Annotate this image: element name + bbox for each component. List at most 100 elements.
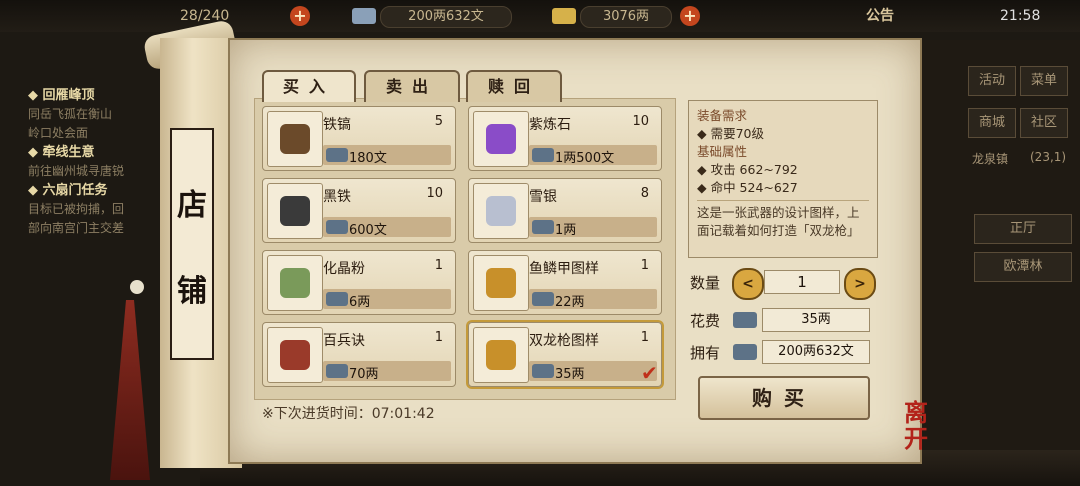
item-quantity: 8 (640, 186, 649, 201)
item-card[interactable]: 鱼鳞甲图样 1 22两 (468, 250, 662, 315)
item-price: 180文 (349, 151, 387, 166)
crystal-powder-icon (280, 268, 310, 298)
quest-line: 同岳飞孤在衡山 (28, 107, 113, 121)
right-side-panel (920, 40, 1080, 450)
item-card[interactable]: 双龙枪图样 1 35两 ✔ (468, 322, 662, 387)
owned-value: 200两632文 (762, 340, 870, 364)
item-card[interactable]: 紫炼石 10 1两500文 (468, 106, 662, 171)
restock-time: 07:01:42 (371, 406, 435, 422)
tab-sell[interactable]: 卖出 (364, 70, 460, 102)
silver-ingot-icon (326, 292, 348, 306)
quest-title: ◆ 六扇门任务 (28, 183, 108, 198)
cost-value: 35两 (762, 308, 870, 332)
quest-line: 前往幽州城寻唐锐 (28, 164, 125, 178)
item-card[interactable]: 铁镐 5 180文 (262, 106, 456, 171)
decrease-arrow-icon[interactable]: < (732, 268, 764, 300)
storage-plus-button[interactable]: + (290, 6, 310, 26)
silver-ingot-icon (733, 312, 757, 328)
item-quantity: 5 (434, 114, 443, 129)
quantity-label: 数量 (690, 274, 721, 292)
item-quantity: 10 (426, 186, 443, 201)
silver-ingot-icon (532, 148, 554, 162)
item-icon-frame (473, 111, 529, 167)
manual-icon (280, 340, 310, 370)
item-description[interactable]: 这是一张武器的设计图样，上面记载着如何打造「双龙枪」的方法。 (697, 200, 869, 242)
blueprint-icon (486, 268, 516, 298)
buy-button[interactable]: 购买 (698, 376, 870, 420)
item-card[interactable]: 化晶粉 1 6两 (262, 250, 456, 315)
gold-icon (552, 8, 576, 24)
item-card[interactable]: 百兵诀 1 70两 (262, 322, 456, 387)
item-quantity: 1 (640, 258, 649, 273)
silver-ingot-icon (326, 220, 348, 234)
item-name: 铁镐 (323, 117, 351, 133)
item-detail-panel: 装备需求 ◆ 需要70级 基础属性 ◆ 攻击 662~792 ◆ 命中 524~… (688, 100, 878, 258)
item-icon-frame (267, 327, 323, 383)
quantity-input[interactable]: 1 (764, 270, 840, 294)
item-name: 黑铁 (323, 189, 351, 205)
quest-title: ◆ 回雁峰顶 (28, 88, 95, 103)
silver-ingot-icon (326, 364, 348, 378)
item-name: 双龙枪图样 (529, 333, 599, 349)
item-card[interactable]: 黑铁 10 600文 (262, 178, 456, 243)
money-display: 200两632文 (380, 6, 512, 28)
item-quantity: 1 (434, 330, 443, 345)
item-icon-frame (473, 255, 529, 311)
item-name: 雪银 (529, 189, 557, 205)
item-icon-frame (267, 255, 323, 311)
quest-line: 目标已被拘捕，回 (28, 202, 125, 216)
blueprint-icon (486, 340, 516, 370)
quest-line: 岭口处会面 (28, 126, 89, 140)
silver-ingot-icon (326, 148, 348, 162)
selected-check-icon: ✔ (641, 361, 658, 385)
requirement-title: 装备需求 (697, 108, 748, 123)
price-bar: 600文 (323, 217, 451, 238)
item-price: 70两 (349, 367, 379, 382)
mall-button[interactable]: 商城 (968, 108, 1016, 138)
clock: 21:58 (1000, 8, 1041, 24)
community-button[interactable]: 社区 (1020, 108, 1068, 138)
price-bar: 70两 (323, 361, 451, 382)
hit-stat: ◆ 命中 524~627 (697, 180, 798, 195)
shop-title-panel: 店 铺 (170, 128, 214, 360)
price-bar: 6两 (323, 289, 451, 310)
activity-button[interactable]: 活动 (968, 66, 1016, 96)
item-icon-frame (267, 183, 323, 239)
gold-plus-button[interactable]: + (680, 6, 700, 26)
location-name: 龙泉镇 (972, 152, 1009, 166)
item-name: 百兵诀 (323, 333, 365, 349)
silver-ingot-icon (733, 344, 757, 360)
gold-display: 3076两 (580, 6, 672, 28)
tab-redeem[interactable]: 赎回 (466, 70, 562, 102)
item-quantity: 1 (640, 330, 649, 345)
item-price: 1两500文 (555, 151, 615, 166)
tab-buy[interactable]: 买入 (262, 70, 356, 102)
attack-stat: ◆ 攻击 662~792 (697, 162, 798, 177)
pearl-ornament (130, 280, 144, 294)
owned-label: 拥有 (690, 344, 721, 362)
quest-line: 部向南宫门主交差 (28, 221, 125, 235)
increase-arrow-icon[interactable]: > (844, 268, 876, 300)
silver-icon (352, 8, 376, 24)
item-price: 35两 (555, 367, 585, 382)
menu-button[interactable]: 菜单 (1020, 66, 1068, 96)
item-quantity: 1 (434, 258, 443, 273)
hall-button[interactable]: 正厅 (974, 214, 1072, 244)
shop-title-char: 铺 (177, 274, 207, 309)
attribute-title: 基础属性 (697, 144, 748, 159)
item-price: 22两 (555, 295, 585, 310)
leave-button[interactable]: 离开 (904, 400, 950, 452)
requirement-level: ◆ 需要70级 (697, 126, 764, 141)
item-quantity: 10 (632, 114, 649, 129)
item-price: 6两 (349, 295, 371, 310)
item-name: 紫炼石 (529, 117, 571, 133)
item-card[interactable]: 雪银 8 1两 (468, 178, 662, 243)
notice-button[interactable]: 公告 (866, 0, 894, 32)
price-bar: 1两500文 (529, 145, 657, 166)
quest-tracker[interactable]: ◆ 回雁峰顶 同岳飞孤在衡山 岭口处会面 ◆ 牵线生意 前往幽州城寻唐锐 ◆ 六… (28, 86, 168, 246)
snow-silver-icon (486, 196, 516, 226)
black-iron-icon (280, 196, 310, 226)
item-price: 600文 (349, 223, 387, 238)
npc-button[interactable]: 欧潭林 (974, 252, 1072, 282)
silver-ingot-icon (532, 220, 554, 234)
